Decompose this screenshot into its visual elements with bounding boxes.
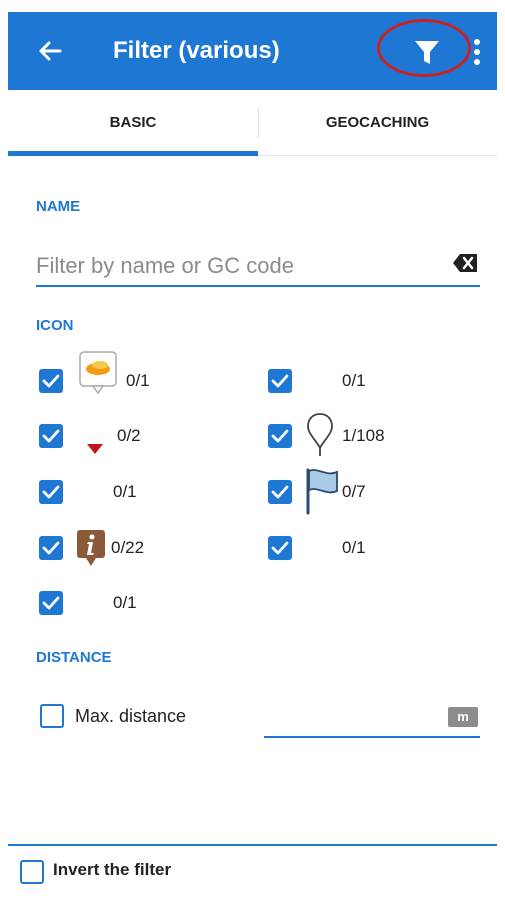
arrow-left-icon[interactable] bbox=[34, 35, 66, 67]
backspace-clear-icon[interactable] bbox=[452, 253, 478, 273]
info-marker-icon bbox=[77, 530, 105, 566]
icon-checkbox[interactable] bbox=[268, 536, 292, 560]
check-icon bbox=[42, 374, 60, 388]
icon-checkbox[interactable] bbox=[39, 480, 63, 504]
check-icon bbox=[271, 374, 289, 388]
icon-checkbox[interactable] bbox=[39, 369, 63, 393]
max-distance-checkbox[interactable] bbox=[40, 704, 64, 728]
icon-count: 0/7 bbox=[342, 482, 366, 501]
tab-bar: BASIC GEOCACHING bbox=[8, 90, 497, 156]
app-bar: Filter (various) bbox=[8, 12, 497, 90]
check-icon bbox=[42, 541, 60, 555]
icon-count: 0/1 bbox=[113, 482, 137, 501]
icon-count: 0/1 bbox=[113, 593, 137, 612]
yellow-ring-pin-icon bbox=[79, 351, 117, 395]
distance-section-label: DISTANCE bbox=[36, 649, 112, 666]
name-filter-input[interactable] bbox=[36, 247, 436, 285]
invert-filter-label: Invert the filter bbox=[53, 860, 172, 879]
check-icon bbox=[42, 596, 60, 610]
icon-checkbox[interactable] bbox=[39, 536, 63, 560]
name-field bbox=[36, 247, 480, 287]
icon-count: 0/1 bbox=[342, 371, 366, 390]
tab-basic[interactable]: BASIC bbox=[8, 90, 258, 156]
icon-checkbox[interactable] bbox=[268, 480, 292, 504]
icon-count: 0/22 bbox=[111, 538, 145, 557]
bottom-bar: Invert the filter bbox=[8, 844, 497, 897]
icon-section-label: ICON bbox=[36, 317, 74, 334]
icon-checkbox[interactable] bbox=[268, 369, 292, 393]
funnel-icon[interactable] bbox=[410, 35, 444, 69]
icon-checkbox[interactable] bbox=[39, 424, 63, 448]
check-icon bbox=[42, 429, 60, 443]
check-icon bbox=[271, 541, 289, 555]
tab-geocaching[interactable]: GEOCACHING bbox=[258, 90, 497, 156]
icon-count: 1/108 bbox=[342, 426, 385, 445]
blue-flag-icon bbox=[306, 468, 338, 515]
page-title: Filter (various) bbox=[113, 37, 280, 64]
check-icon bbox=[271, 485, 289, 499]
unit-badge: m bbox=[448, 707, 478, 727]
icon-checkbox[interactable] bbox=[268, 424, 292, 448]
icon-count: 0/1 bbox=[342, 538, 366, 557]
invert-filter-checkbox[interactable] bbox=[20, 860, 44, 884]
tab-indicator bbox=[8, 151, 258, 156]
more-vert-icon[interactable] bbox=[472, 37, 482, 67]
icon-checkbox[interactable] bbox=[39, 591, 63, 615]
check-icon bbox=[271, 429, 289, 443]
icon-count: 0/2 bbox=[117, 426, 141, 445]
balloon-pin-icon bbox=[307, 413, 333, 456]
check-icon bbox=[42, 485, 60, 499]
name-section-label: NAME bbox=[36, 198, 81, 215]
red-triangle-icon bbox=[87, 444, 103, 454]
icon-count: 0/1 bbox=[126, 371, 150, 390]
max-distance-label: Max. distance bbox=[75, 706, 187, 726]
distance-input-underline[interactable] bbox=[264, 736, 480, 738]
